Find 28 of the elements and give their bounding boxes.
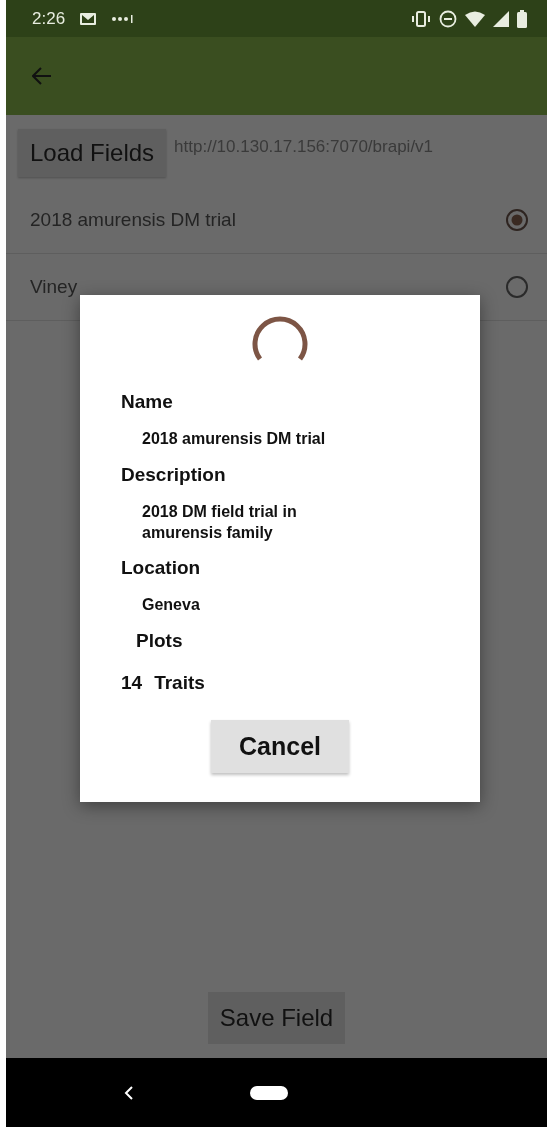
field-name: Viney: [30, 276, 79, 298]
status-time: 2:26: [32, 8, 66, 29]
count-label: Plots: [136, 630, 183, 653]
radio-button[interactable]: [505, 208, 529, 232]
save-field-button[interactable]: Save Field: [207, 992, 346, 1044]
section-value: Geneva: [142, 595, 201, 616]
section-label: Description: [121, 463, 227, 486]
section-label: Location: [121, 557, 202, 580]
section-value: 2018 DM field trial in amurensis family: [142, 501, 298, 543]
battery-icon: [517, 9, 527, 28]
field-item[interactable]: 2018 amurensis DM trial: [6, 187, 547, 254]
field-name: 2018 amurensis DM trial: [30, 209, 237, 231]
radio-button[interactable]: [505, 275, 529, 299]
count-label: Traits: [154, 672, 205, 695]
section-value: 2018 amurensis DM trial: [142, 429, 327, 449]
do-not-disturb-icon: [439, 9, 457, 28]
more-icon: [111, 13, 134, 24]
load-fields-button[interactable]: Load Fields: [18, 129, 167, 177]
cancel-button[interactable]: Cancel: [211, 720, 349, 774]
back-nav-icon[interactable]: [124, 1084, 134, 1101]
wifi-icon: [465, 10, 485, 27]
count-value: 14: [121, 672, 143, 695]
vibrate-icon: [411, 10, 431, 27]
back-arrow-icon[interactable]: [32, 67, 52, 85]
signal-icon: [493, 10, 509, 27]
mail-icon: [79, 11, 98, 26]
home-pill[interactable]: [250, 1085, 288, 1100]
section-label: Name: [121, 391, 174, 413]
